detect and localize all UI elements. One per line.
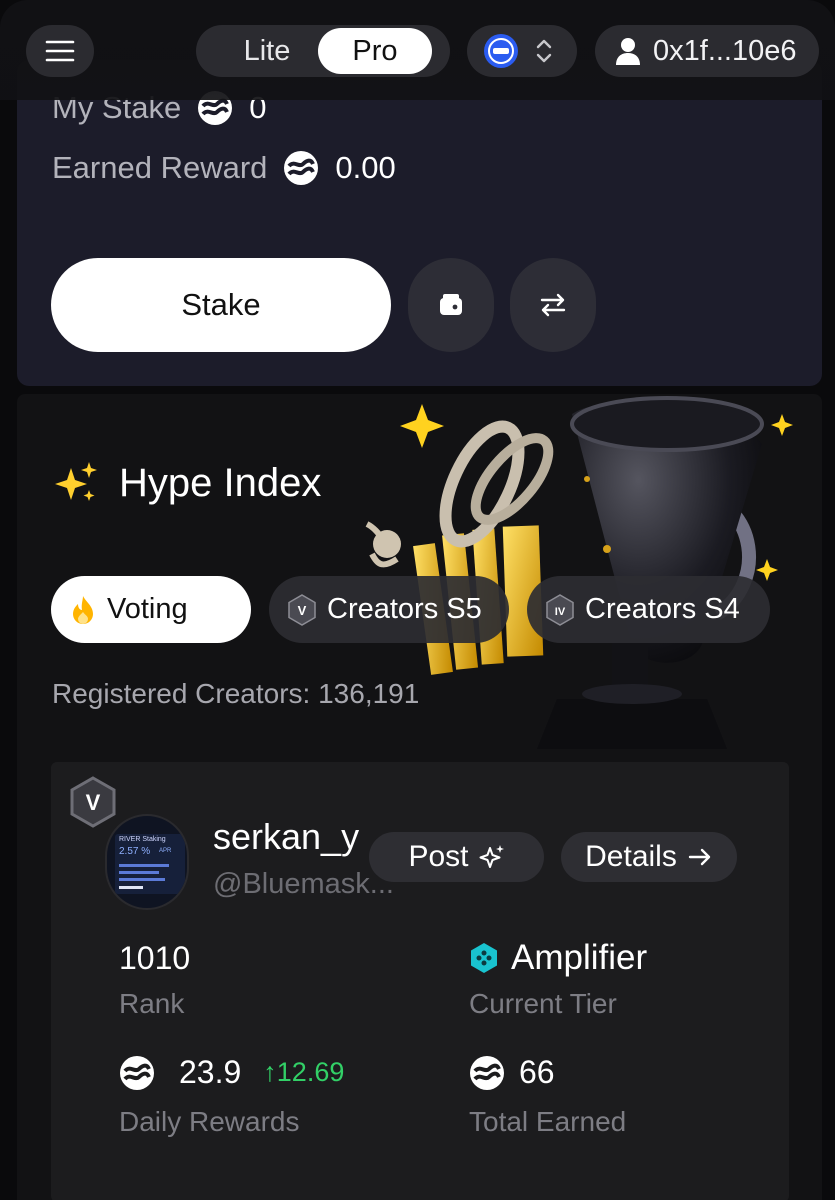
rank-label: Rank bbox=[119, 988, 185, 1019]
avatar-apr-unit-text: APR bbox=[159, 848, 172, 854]
swap-button[interactable] bbox=[510, 258, 596, 352]
hype-index-heading: Hype Index bbox=[53, 460, 321, 506]
swap-arrows-icon bbox=[540, 293, 566, 317]
sparkles-icon bbox=[55, 462, 97, 501]
avatar-title-text: RIVER Staking bbox=[119, 836, 166, 843]
tier-value-row: Amplifier bbox=[469, 938, 647, 978]
tab-creators-s4-label: Creators S4 bbox=[585, 593, 740, 625]
stake-card: My Stake 0 Earned Reward 0.00 Stake bbox=[17, 60, 822, 386]
top-bar: Lite Pro 0x1f...10e6 bbox=[0, 0, 835, 100]
wallet-icon bbox=[440, 294, 462, 315]
tab-voting[interactable]: Voting bbox=[51, 576, 251, 643]
daily-rewards-change: ↑12.69 bbox=[263, 1057, 345, 1087]
mode-lite-button[interactable]: Lite bbox=[212, 28, 322, 74]
amplifier-tier-icon bbox=[471, 943, 497, 973]
total-earned-value: 66 bbox=[519, 1054, 555, 1090]
daily-rewards-label: Daily Rewards bbox=[119, 1106, 300, 1137]
post-button-label: Post bbox=[408, 840, 469, 873]
network-selector[interactable] bbox=[467, 25, 577, 77]
chevron-up-down-icon bbox=[536, 39, 552, 63]
mode-switch: Lite Pro bbox=[196, 25, 450, 77]
earned-reward-value: 0.00 bbox=[335, 150, 396, 185]
post-button[interactable]: Post bbox=[369, 832, 544, 882]
account-button[interactable]: 0x1f...10e6 bbox=[595, 25, 819, 77]
season-iv-badge-text: IV bbox=[555, 606, 566, 618]
account-address: 0x1f...10e6 bbox=[653, 34, 797, 67]
river-coin-icon bbox=[120, 1055, 154, 1090]
tab-voting-label: Voting bbox=[107, 593, 188, 625]
tier-badge-text: V bbox=[86, 790, 101, 815]
creator-handle: @Bluemask... bbox=[213, 868, 394, 900]
flame-icon bbox=[73, 595, 93, 624]
earned-reward-row: Earned Reward 0.00 bbox=[52, 150, 396, 186]
tier-label: Current Tier bbox=[469, 988, 617, 1019]
wallet-button[interactable] bbox=[408, 258, 494, 352]
arrow-right-icon bbox=[688, 848, 711, 866]
river-coin-icon bbox=[284, 151, 319, 185]
season-v-badge-icon: V bbox=[288, 593, 316, 626]
registered-creators-count: Registered Creators: 136,191 bbox=[52, 678, 420, 709]
tier-v-badge-icon: V bbox=[70, 776, 116, 828]
tab-creators-s4[interactable]: IV Creators S4 bbox=[527, 576, 770, 643]
rank-value: 1010 bbox=[119, 940, 191, 976]
creator-name: serkan_y bbox=[213, 816, 360, 857]
daily-rewards-row: 23.9 ↑12.69 bbox=[119, 1054, 344, 1091]
network-logo-icon bbox=[484, 34, 518, 68]
earned-reward-label: Earned Reward bbox=[52, 150, 268, 185]
tier-value: Amplifier bbox=[511, 938, 648, 977]
river-coin-icon bbox=[470, 1055, 504, 1090]
menu-button[interactable] bbox=[26, 25, 94, 77]
season-iv-badge-icon: IV bbox=[546, 593, 574, 626]
mode-pro-button[interactable]: Pro bbox=[318, 28, 432, 74]
avatar-apr-text: 2.57 % bbox=[119, 846, 151, 857]
user-icon bbox=[616, 38, 640, 65]
details-button[interactable]: Details bbox=[561, 832, 737, 882]
hamburger-menu-icon bbox=[45, 40, 75, 62]
sparkle-icon bbox=[479, 845, 504, 868]
hype-index-title: Hype Index bbox=[119, 460, 322, 505]
avatar-screenshot-image: RIVER Staking 2.57 % APR bbox=[115, 834, 185, 894]
season-v-badge-text: V bbox=[298, 603, 307, 618]
daily-rewards-value: 23.9 bbox=[179, 1054, 242, 1090]
stake-button[interactable]: Stake bbox=[51, 258, 391, 352]
tab-creators-s5-label: Creators S5 bbox=[327, 593, 482, 625]
details-button-label: Details bbox=[585, 840, 677, 873]
hype-index-section: Hype Index Voting V Creators S5 IV Creat… bbox=[17, 394, 822, 1200]
tab-creators-s5[interactable]: V Creators S5 bbox=[269, 576, 509, 643]
avatar[interactable]: RIVER Staking 2.57 % APR bbox=[105, 814, 189, 910]
total-earned-row: 66 bbox=[469, 1054, 555, 1091]
total-earned-label: Total Earned bbox=[469, 1106, 627, 1137]
creator-card[interactable]: RIVER Staking 2.57 % APR V serkan_y @Blu… bbox=[51, 762, 789, 1200]
